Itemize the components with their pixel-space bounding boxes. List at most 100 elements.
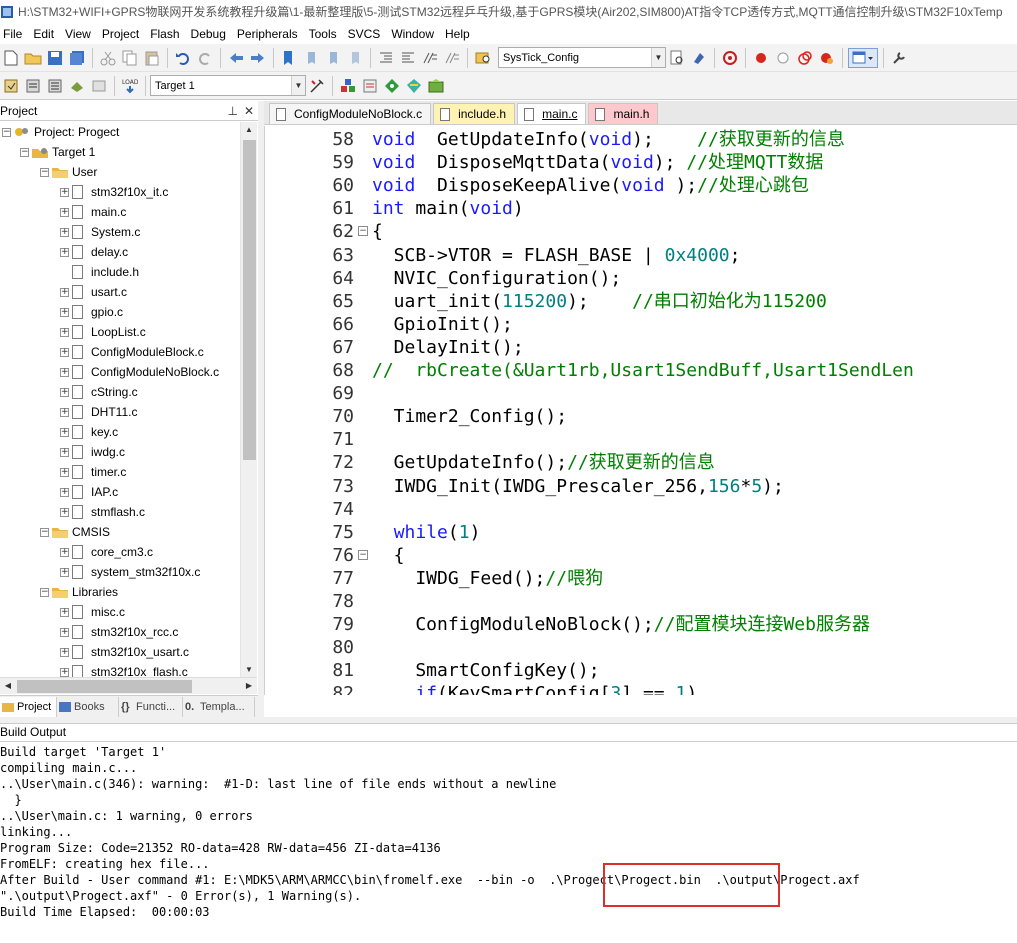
function-combo[interactable]: SysTick_Config ▼	[498, 47, 666, 68]
editor-tab-main-c[interactable]: main.c	[517, 103, 587, 124]
code-line[interactable]: 73 IWDG_Init(IWDG_Prescaler_256,156*5);	[265, 475, 1017, 498]
chevron-down-icon[interactable]: ▼	[291, 76, 305, 95]
code-line[interactable]: 62−{	[265, 220, 1017, 243]
undo-icon[interactable]	[173, 48, 193, 68]
tree-target[interactable]: − Target 1	[0, 142, 240, 162]
select-packs-icon[interactable]	[360, 76, 380, 96]
scroll-down-icon[interactable]: ▼	[241, 662, 257, 678]
scroll-up-icon[interactable]: ▲	[241, 122, 257, 138]
scroll-left-icon[interactable]: ◀	[0, 678, 16, 694]
fold-toggle-icon[interactable]: −	[358, 226, 368, 237]
batch-build-icon[interactable]	[67, 76, 87, 96]
unindent-icon[interactable]	[398, 48, 418, 68]
code-line[interactable]: 79 ConfigModuleNoBlock();//配置模块连接Web服务器	[265, 613, 1017, 636]
tree-file[interactable]: + gpio.c	[0, 302, 240, 322]
tab-functions[interactable]: {} Functi...	[119, 696, 183, 717]
expand-icon[interactable]: +	[60, 667, 69, 677]
code-line[interactable]: 69	[265, 382, 1017, 405]
expand-icon[interactable]: +	[60, 547, 69, 557]
translate-icon[interactable]	[1, 76, 21, 96]
tree-group-cmsis[interactable]: − CMSIS	[0, 522, 240, 542]
paste-icon[interactable]	[142, 48, 162, 68]
tree-file[interactable]: + cString.c	[0, 382, 240, 402]
code-line[interactable]: 70 Timer2_Config();	[265, 405, 1017, 428]
uncomment-icon[interactable]	[442, 48, 462, 68]
tab-project[interactable]: Project	[0, 696, 57, 717]
download-icon[interactable]: LOAD	[120, 76, 140, 96]
debug-session-icon[interactable]	[720, 48, 740, 68]
expand-icon[interactable]: +	[60, 467, 69, 477]
kill-breakpoints-icon[interactable]	[817, 48, 837, 68]
manage-project-items-icon[interactable]	[338, 76, 358, 96]
nav-back-icon[interactable]	[226, 48, 246, 68]
code-line[interactable]: 71	[265, 428, 1017, 451]
cut-icon[interactable]	[98, 48, 118, 68]
code-line[interactable]: 72 GetUpdateInfo();//获取更新的信息	[265, 451, 1017, 474]
code-line[interactable]: 68 // rbCreate(&Uart1rb,Usart1SendBuff,Us…	[265, 359, 1017, 382]
pack-installer-icon[interactable]	[404, 76, 424, 96]
tree-root[interactable]: − Project: Progect	[0, 122, 240, 142]
tree-file[interactable]: + misc.c	[0, 602, 240, 622]
tree-file[interactable]: + stm32f10x_usart.c	[0, 642, 240, 662]
code-line[interactable]: 61 int main(void)	[265, 197, 1017, 220]
expand-icon[interactable]: +	[60, 287, 69, 297]
open-folder-icon[interactable]	[23, 48, 43, 68]
find-in-files-icon[interactable]	[473, 48, 493, 68]
collapse-icon[interactable]: −	[2, 127, 11, 137]
expand-icon[interactable]: +	[60, 487, 69, 497]
editor-tab-include-h[interactable]: include.h	[433, 103, 516, 124]
enable-breakpoint-icon[interactable]	[773, 48, 793, 68]
expand-icon[interactable]: +	[60, 507, 69, 517]
bookmark-icon[interactable]	[279, 48, 299, 68]
code-line[interactable]: 59 void DisposeMqttData(void); //处理MQTT数据	[265, 151, 1017, 174]
pin-icon[interactable]: ⊥	[227, 104, 237, 118]
code-line[interactable]: 58 void GetUpdateInfo(void); //获取更新的信息	[265, 128, 1017, 151]
expand-icon[interactable]: +	[60, 347, 69, 357]
menu-view[interactable]: View	[62, 27, 99, 41]
project-tree-vscrollbar[interactable]: ▲ ▼	[240, 122, 257, 678]
expand-icon[interactable]: +	[60, 367, 69, 377]
code-line[interactable]: 66 GpioInit();	[265, 313, 1017, 336]
tree-file[interactable]: include.h	[0, 262, 240, 282]
menu-file[interactable]: File	[0, 27, 30, 41]
expand-icon[interactable]: +	[60, 227, 69, 237]
incremental-find-icon[interactable]	[689, 48, 709, 68]
code-line[interactable]: 81 SmartConfigKey();	[265, 659, 1017, 682]
tree-file[interactable]: + core_cm3.c	[0, 542, 240, 562]
expand-icon[interactable]: +	[60, 607, 69, 617]
expand-icon[interactable]: +	[60, 307, 69, 317]
code-line[interactable]: 78	[265, 590, 1017, 613]
menu-debug[interactable]: Debug	[188, 27, 234, 41]
tree-file[interactable]: + delay.c	[0, 242, 240, 262]
tree-file[interactable]: + stm32f10x_flash.c	[0, 662, 240, 678]
code-line[interactable]: 80	[265, 636, 1017, 659]
manage-rte-icon[interactable]	[382, 76, 402, 96]
build-output-pane[interactable]: Build target 'Target 1' compiling main.c.…	[0, 744, 1017, 943]
code-line[interactable]: 77 IWDG_Feed();//喂狗	[265, 567, 1017, 590]
tree-file[interactable]: + DHT11.c	[0, 402, 240, 422]
tab-templates[interactable]: 0. Templa...	[183, 696, 255, 717]
tree-file[interactable]: + key.c	[0, 422, 240, 442]
disable-breakpoints-icon[interactable]	[795, 48, 815, 68]
editor-tab-main-h[interactable]: main.h	[588, 103, 659, 124]
chevron-down-icon[interactable]: ▼	[651, 48, 665, 67]
expand-icon[interactable]: +	[60, 207, 69, 217]
insert-breakpoint-icon[interactable]	[751, 48, 771, 68]
clear-bookmarks-icon[interactable]	[345, 48, 365, 68]
configure-tools-icon[interactable]	[889, 48, 909, 68]
tree-file[interactable]: + usart.c	[0, 282, 240, 302]
indent-icon[interactable]	[376, 48, 396, 68]
code-line[interactable]: 60 void DisposeKeepAlive(void );//处理心跳包	[265, 174, 1017, 197]
tree-group-user[interactable]: − User	[0, 162, 240, 182]
code-line[interactable]: 64 NVIC_Configuration();	[265, 267, 1017, 290]
target-combo[interactable]: Target 1 ▼	[150, 75, 306, 96]
build-icon[interactable]	[23, 76, 43, 96]
tree-file[interactable]: + stm32f10x_it.c	[0, 182, 240, 202]
expand-icon[interactable]: +	[60, 387, 69, 397]
code-line[interactable]: 75 while(1)	[265, 521, 1017, 544]
find-icon[interactable]	[667, 48, 687, 68]
code-line[interactable]: 76− {	[265, 544, 1017, 567]
menu-svcs[interactable]: SVCS	[345, 27, 389, 41]
scroll-thumb[interactable]	[243, 140, 256, 460]
expand-icon[interactable]: +	[60, 327, 69, 337]
